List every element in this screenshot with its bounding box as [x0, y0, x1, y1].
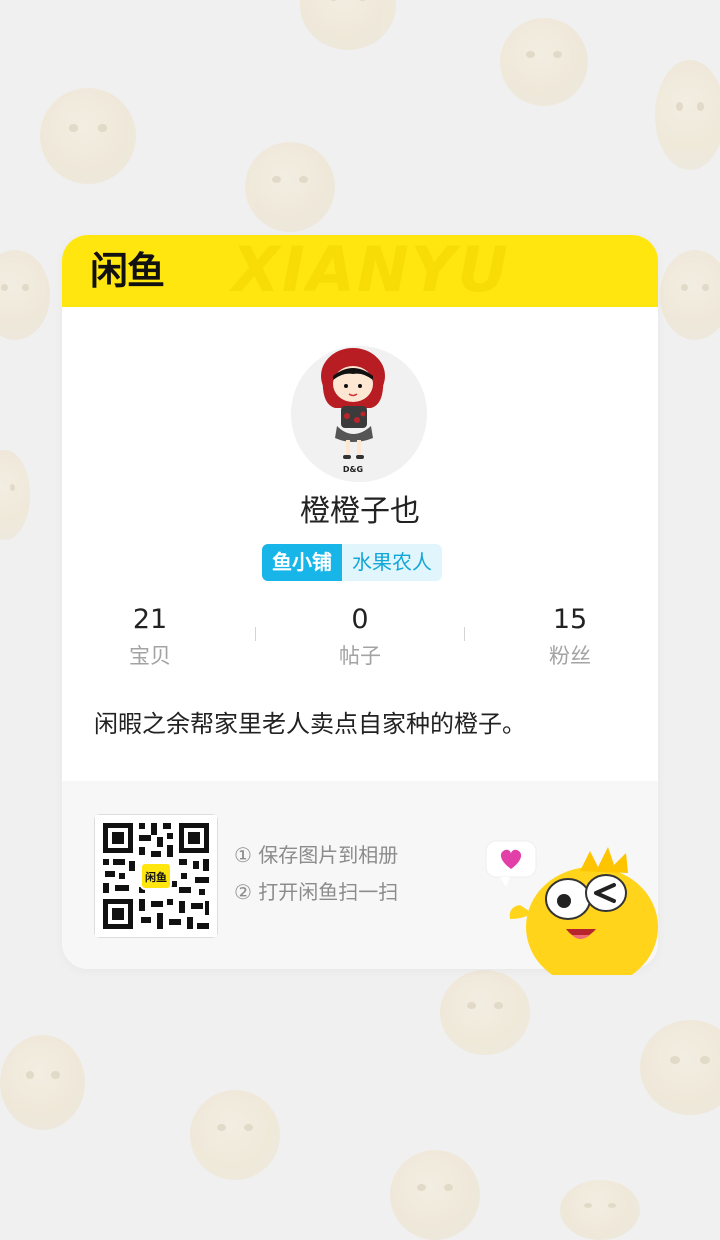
stat-value: 21 [132, 604, 168, 635]
qr-code-graphic: 闲鱼 [95, 815, 217, 937]
shop-tag-badge: 鱼小铺 [262, 544, 342, 581]
stat-label: 宝贝 [129, 644, 171, 668]
stats-row: 21 宝贝 0 帖子 15 粉丝 [62, 601, 658, 677]
avatar[interactable]: D&G [291, 346, 427, 482]
brand-logo: 闲鱼 [90, 249, 165, 293]
stat-divider [464, 627, 465, 641]
stat-divider [255, 627, 256, 641]
shop-tag-label: 水果农人 [342, 544, 442, 581]
qr-code-icon[interactable]: 闲鱼 [94, 814, 218, 938]
profile-bio: 闲暇之余帮家里老人卖点自家种的橙子。 [94, 710, 526, 738]
share-steps: ① 保存图片到相册 ② 打开闲鱼扫一扫 [234, 837, 398, 911]
stat-fans[interactable]: 15 粉丝 [500, 601, 640, 673]
brand-watermark: XIANYU [232, 235, 510, 306]
stat-value: 0 [351, 604, 369, 635]
stat-label: 帖子 [339, 644, 381, 668]
avatar-illustration: D&G [291, 346, 427, 482]
card-header: XIANYU 闲鱼 [62, 235, 658, 307]
stat-label: 粉丝 [549, 644, 591, 668]
stat-items[interactable]: 21 宝贝 [80, 601, 220, 673]
step-open-scan: ② 打开闲鱼扫一扫 [234, 880, 399, 904]
step-save-image: ① 保存图片到相册 [234, 843, 399, 867]
stat-posts[interactable]: 0 帖子 [290, 601, 430, 673]
heart-bubble-icon [485, 840, 537, 887]
avatar-caption: D&G [343, 465, 363, 474]
username: 橙橙子也 [300, 494, 420, 529]
shop-tags[interactable]: 鱼小铺 水果农人 [262, 544, 442, 581]
fish-mascot-icon [480, 835, 660, 987]
qr-center-badge: 闲鱼 [145, 870, 167, 884]
stat-value: 15 [552, 604, 588, 635]
